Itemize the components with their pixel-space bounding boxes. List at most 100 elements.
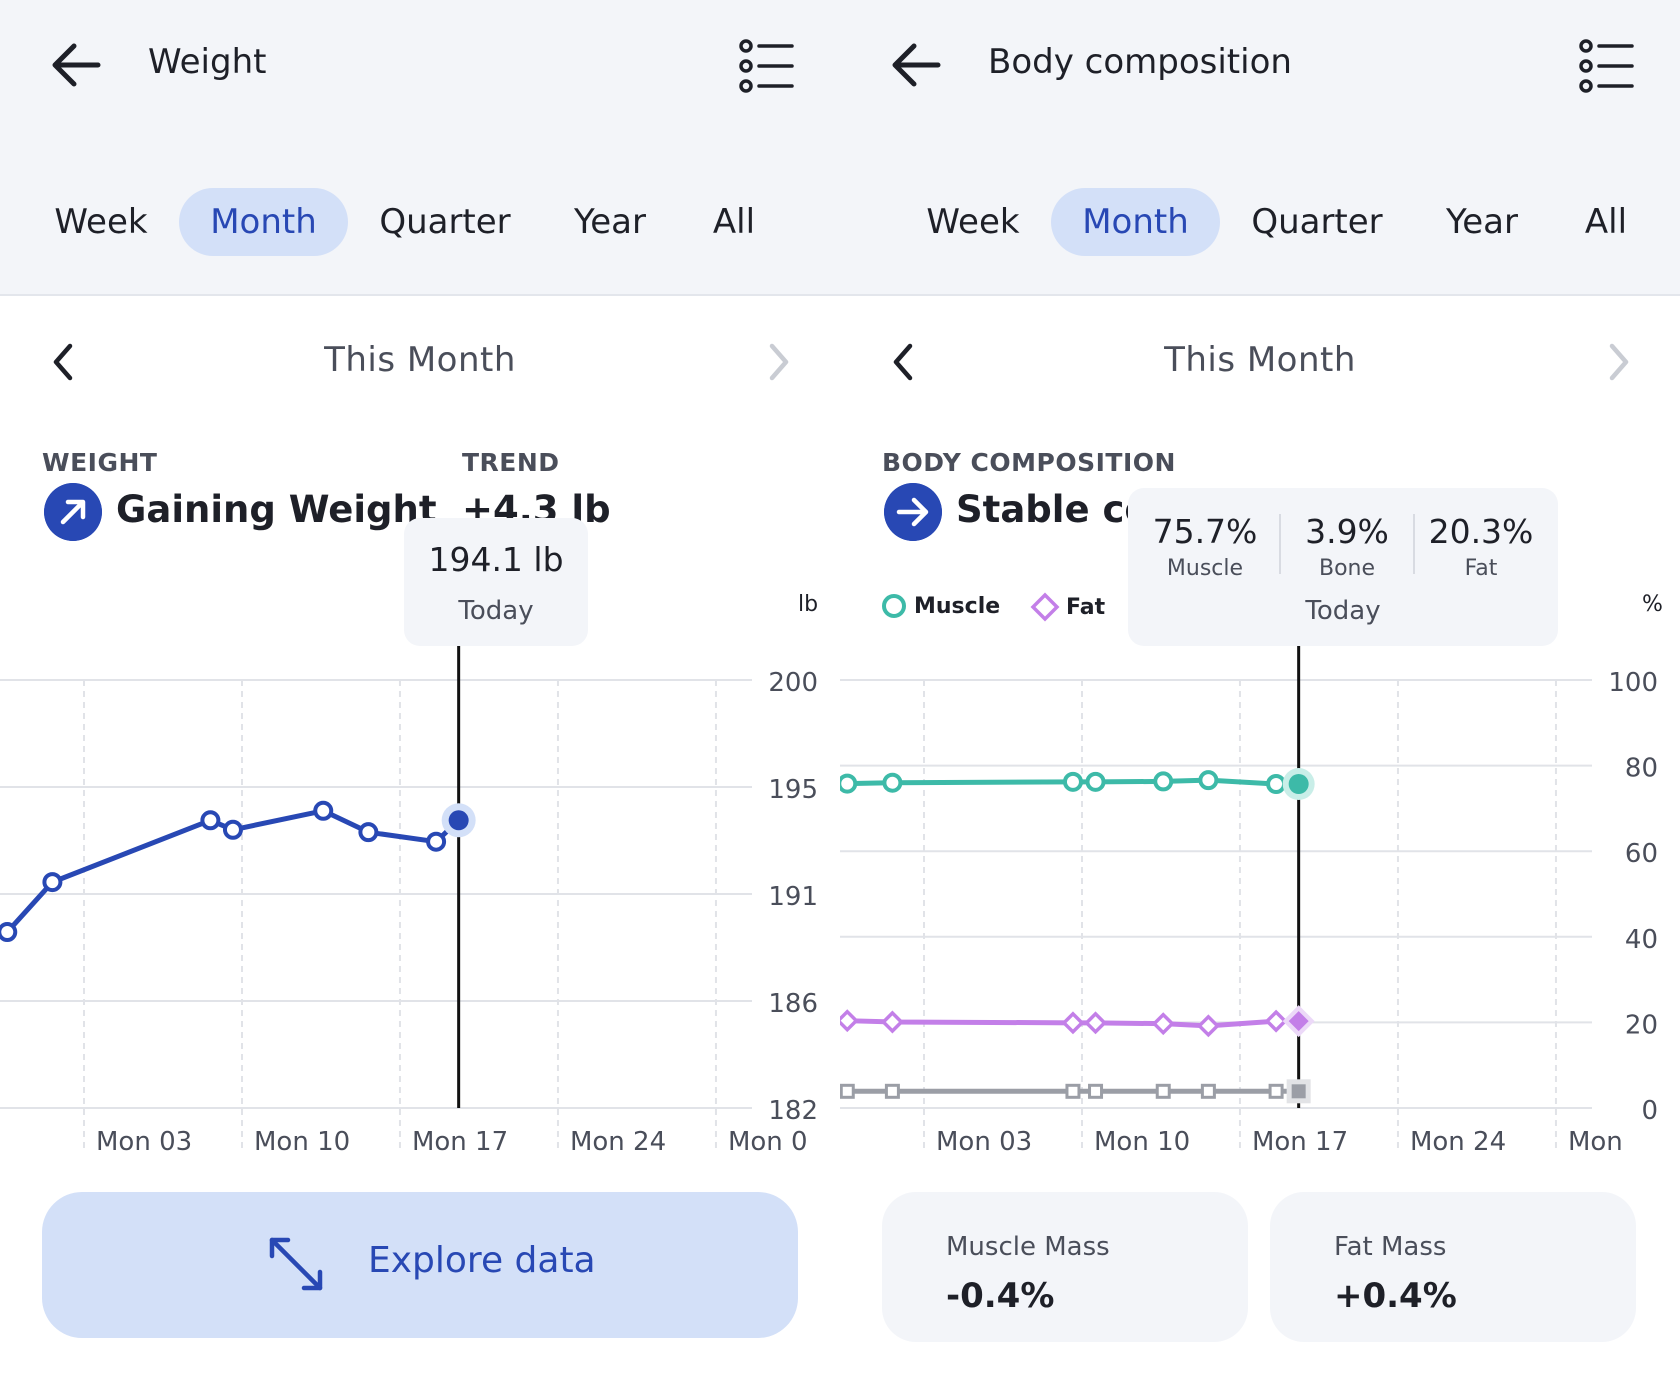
y-tick-label: 182	[768, 1096, 818, 1126]
list-menu-icon[interactable]	[1578, 38, 1634, 94]
tab-all[interactable]: All	[1568, 188, 1644, 256]
bone-data-point	[1155, 1083, 1171, 1099]
fat-mass-label: Fat Mass	[1334, 1232, 1447, 1262]
tab-month[interactable]: Month	[1051, 188, 1220, 256]
period-label: This Month	[324, 340, 516, 380]
tooltip-bone-label: Bone	[1318, 556, 1376, 581]
today-muscle-point	[1288, 774, 1309, 795]
weight-data-point	[313, 800, 334, 821]
tab-all[interactable]: All	[696, 188, 772, 256]
weight-status: Gaining Weight	[116, 488, 437, 531]
fat-data-point	[1264, 1009, 1288, 1033]
period-navigator: This Month	[0, 330, 840, 394]
fat-data-point	[880, 1010, 904, 1034]
x-tick-label: Mon 03	[96, 1127, 192, 1157]
x-tick-label: Mon	[1568, 1127, 1623, 1157]
page-title: Body composition	[988, 42, 1292, 82]
weight-data-point	[358, 822, 379, 843]
x-tick-label: Mon 10	[254, 1127, 350, 1157]
bone-data-point	[840, 1083, 855, 1099]
tab-week[interactable]: Week	[34, 188, 168, 256]
weight-chart[interactable]: 200 195 191 186 182 Mon 03 Mon 10 Mon 17 Mon 24 M…	[0, 580, 840, 1160]
x-tick-label: Mon 17	[412, 1127, 508, 1157]
tab-quarter[interactable]: Quarter	[1238, 188, 1396, 256]
body-status: Stable co	[956, 488, 1150, 531]
muscle-data-point	[1266, 774, 1287, 795]
expand-arrows-icon	[269, 1237, 323, 1291]
y-tick-label: 0	[1641, 1096, 1658, 1126]
chevron-left-icon[interactable]	[44, 338, 80, 386]
chevron-right-icon[interactable]	[762, 338, 798, 386]
weight-data-point	[426, 831, 447, 852]
x-tick-label: Mon 10	[1094, 1127, 1190, 1157]
x-tick-label: Mon 24	[1410, 1127, 1506, 1157]
fat-data-point	[1151, 1012, 1175, 1036]
y-tick-label: 40	[1625, 925, 1658, 955]
body-composition-chart[interactable]: 100 80 60 40 20 0 Mon 03 Mon 10 Mon 17 Mon 24 Mon	[840, 580, 1680, 1160]
trend-up-arrow-icon	[44, 483, 102, 541]
bone-data-point	[1065, 1083, 1081, 1099]
tooltip-muscle-value: 75.7%	[1152, 512, 1258, 551]
list-menu-icon[interactable]	[738, 38, 794, 94]
tooltip-bone-value: 3.9%	[1305, 512, 1389, 551]
chevron-left-icon[interactable]	[884, 338, 920, 386]
bone-data-point	[1268, 1083, 1284, 1099]
fat-mass-value: +0.4%	[1334, 1276, 1457, 1316]
explore-data-button[interactable]: Explore data	[42, 1192, 798, 1338]
x-tick-label: Mon 24	[570, 1127, 666, 1157]
period-tabs: Week Month Quarter Year All	[0, 188, 840, 258]
tooltip-fat-label: Fat	[1464, 556, 1498, 581]
y-tick-label: 186	[768, 989, 818, 1019]
muscle-data-point	[882, 772, 903, 793]
muscle-mass-label: Muscle Mass	[946, 1232, 1110, 1262]
muscle-mass-card[interactable]: Muscle Mass -0.4%	[882, 1192, 1248, 1342]
explore-data-label: Explore data	[368, 1240, 596, 1281]
page-title: Weight	[148, 42, 267, 82]
tab-quarter[interactable]: Quarter	[366, 188, 524, 256]
y-tick-label: 20	[1625, 1010, 1658, 1040]
weight-data-point	[222, 819, 243, 840]
fat-data-point	[1061, 1011, 1085, 1035]
weight-data-point	[0, 922, 18, 943]
weight-panel: Weight Week Month Quarter Year All This …	[0, 0, 840, 1377]
weight-data-point	[200, 810, 221, 831]
body-composition-panel: Body composition Week Month Quarter Year…	[840, 0, 1680, 1377]
tab-month[interactable]: Month	[179, 188, 348, 256]
muscle-data-point	[1153, 771, 1174, 792]
back-arrow-icon[interactable]	[888, 40, 944, 90]
y-tick-label: 80	[1625, 754, 1658, 784]
period-navigator: This Month	[840, 330, 1680, 394]
y-tick-label: 191	[768, 882, 818, 912]
today-data-point	[448, 810, 469, 831]
today-bone-point	[1291, 1084, 1306, 1099]
x-tick-label: Mon 17	[1252, 1127, 1348, 1157]
tab-year[interactable]: Year	[1432, 188, 1532, 256]
tab-year[interactable]: Year	[560, 188, 660, 256]
bone-data-point	[1088, 1083, 1104, 1099]
period-tabs: Week Month Quarter Year All	[840, 188, 1680, 258]
y-tick-label: 100	[1608, 668, 1658, 698]
muscle-mass-value: -0.4%	[946, 1276, 1055, 1316]
chevron-right-icon[interactable]	[1602, 338, 1638, 386]
muscle-data-point	[1062, 771, 1083, 792]
trend-section-label: TREND	[462, 448, 560, 477]
body-header: Body composition Week Month Quarter Year…	[840, 0, 1680, 296]
fat-mass-card[interactable]: Fat Mass +0.4%	[1270, 1192, 1636, 1342]
weight-data-point	[42, 872, 63, 893]
fat-data-point	[1196, 1014, 1220, 1038]
muscle-data-point	[1198, 770, 1219, 791]
muscle-data-point	[1085, 771, 1106, 792]
x-tick-label: Mon 0	[728, 1127, 808, 1157]
muscle-data-point	[840, 773, 858, 794]
tooltip-fat-value: 20.3%	[1428, 512, 1534, 551]
y-tick-label: 60	[1625, 839, 1658, 869]
y-tick-label: 200	[768, 668, 818, 698]
fat-data-point	[840, 1009, 859, 1033]
weight-section-label: WEIGHT	[42, 448, 158, 477]
tab-week[interactable]: Week	[906, 188, 1040, 256]
period-label: This Month	[1164, 340, 1356, 380]
tooltip-value: 194.1 lb	[428, 540, 564, 579]
tooltip-muscle-label: Muscle	[1166, 556, 1244, 581]
y-tick-label: 195	[768, 775, 818, 805]
back-arrow-icon[interactable]	[48, 40, 104, 90]
